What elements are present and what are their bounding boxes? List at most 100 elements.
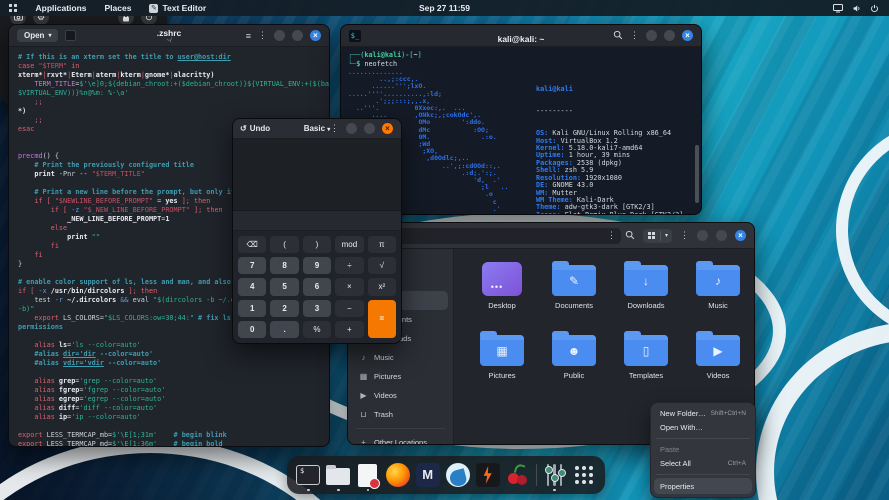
search-icon[interactable] — [625, 227, 635, 245]
key-subtract[interactable]: − — [335, 300, 363, 317]
sidebar-item-videos[interactable]: ▶Videos — [353, 386, 448, 405]
menu-kebab-icon[interactable]: ⋮ — [630, 30, 639, 41]
menu-kebab-icon[interactable]: ⋮ — [680, 230, 689, 241]
key-one[interactable]: 1 — [238, 300, 266, 317]
key-square[interactable]: x² — [368, 278, 396, 295]
key-modulo[interactable]: mod — [335, 236, 363, 253]
dock-item-burp-suite[interactable] — [476, 460, 500, 490]
key-nine[interactable]: 9 — [303, 257, 331, 274]
neofetch-info-row: Icons: Flat-Remix-Blue-Dark [GTK2/3] — [536, 212, 687, 215]
menu-item-select-all[interactable]: Select AllCtrl+A — [654, 457, 752, 472]
key-divide[interactable]: ÷ — [335, 257, 363, 274]
sidebar-item-other-locations[interactable]: +Other Locations — [353, 433, 448, 445]
menu-kebab-icon[interactable]: ⋮ — [330, 123, 339, 134]
running-indicator — [553, 489, 556, 492]
folder-documents[interactable]: ✎Documents — [538, 257, 610, 327]
key-backspace[interactable]: ⌫ — [238, 236, 266, 253]
dock-item-terminal[interactable]: $ — [296, 460, 320, 490]
minimize-button[interactable] — [346, 123, 357, 134]
power-icon[interactable] — [870, 4, 879, 13]
key-percent[interactable]: % — [303, 321, 331, 338]
open-button[interactable]: Open ▾ — [17, 29, 58, 42]
maximize-button[interactable] — [664, 30, 675, 41]
undo-button[interactable]: ↺ Undo — [240, 124, 270, 133]
code-line: TERM_TITLE=$'\e]0;${debian_chroot:+($deb… — [18, 80, 329, 89]
key-paren-open[interactable]: ( — [270, 236, 298, 253]
code-line: #alias vdir='vdir --color=auto' — [18, 359, 329, 368]
menu-places[interactable]: Places — [96, 0, 141, 16]
close-button[interactable]: × — [382, 123, 393, 134]
key-paren-close[interactable]: ) — [303, 236, 331, 253]
key-equals[interactable]: = — [368, 300, 396, 338]
key-two[interactable]: 2 — [270, 300, 298, 317]
folder-desktop[interactable]: •••Desktop — [466, 257, 538, 327]
dock-item-cherrytree[interactable] — [506, 460, 530, 490]
menu-item-open-with[interactable]: Open With… — [654, 421, 752, 436]
menu-kebab-icon[interactable]: ⋮ — [258, 30, 267, 41]
menu-item-properties[interactable]: Properties — [654, 478, 752, 494]
files-headerbar[interactable]: ⌂ Home ⋮ ▾ ⋮ × — [348, 223, 754, 249]
sidebar-item-pictures[interactable]: ▦Pictures — [353, 367, 448, 386]
dock-item-firefox[interactable] — [386, 460, 410, 490]
folder-label: Public — [564, 371, 584, 380]
key-seven[interactable]: 7 — [238, 257, 266, 274]
menu-applications[interactable]: Applications — [27, 0, 96, 16]
close-button[interactable]: × — [735, 230, 746, 241]
dock-item-text-editor[interactable] — [356, 460, 380, 490]
folder-downloads[interactable]: ↓Downloads — [610, 257, 682, 327]
dock-item-metasploit[interactable]: M — [416, 460, 440, 490]
desktop-icon: ••• — [482, 262, 522, 296]
key-square-root[interactable]: √ — [368, 257, 396, 274]
path-options-kebab-icon[interactable]: ⋮ — [607, 230, 616, 241]
maximize-button[interactable] — [292, 30, 303, 41]
key-zero[interactable]: 0 — [238, 321, 266, 338]
folder-label: Videos — [707, 371, 730, 380]
terminal-headerbar[interactable]: $_ kali@kali: ~ ⋮ × — [341, 25, 701, 47]
maximize-button[interactable] — [716, 230, 727, 241]
running-indicator — [307, 489, 310, 492]
sidebar-item-trash[interactable]: ⊔Trash — [353, 405, 448, 424]
key-three[interactable]: 3 — [303, 300, 331, 317]
terminal-scrollbar[interactable] — [695, 145, 699, 203]
view-switcher-button[interactable]: ▾ — [643, 229, 672, 243]
screen-share-icon[interactable] — [833, 4, 843, 13]
folder-videos[interactable]: ▶Videos — [682, 327, 754, 397]
dock-item-files[interactable] — [326, 460, 350, 490]
search-icon[interactable] — [613, 27, 623, 45]
minimize-button[interactable] — [697, 230, 708, 241]
maximize-button[interactable] — [364, 123, 375, 134]
key-add[interactable]: + — [335, 321, 363, 338]
minimize-button[interactable] — [646, 30, 657, 41]
panel-toggle-icon[interactable]: ≡ — [246, 31, 251, 41]
volume-icon[interactable] — [852, 4, 861, 13]
folder-pictures[interactable]: ▦Pictures — [466, 327, 538, 397]
terminal-content[interactable]: ┌──(kali@kali)-[~]└─$ neofetch .........… — [341, 47, 701, 69]
menu-item-label: Properties — [660, 482, 694, 491]
key-pi[interactable]: π — [368, 236, 396, 253]
folder-public[interactable]: ☻Public — [538, 327, 610, 397]
calculator-headerbar[interactable]: ↺ Undo Basic ▾ ⋮ × — [233, 119, 401, 139]
sidebar-item-label: Music — [374, 353, 394, 362]
close-button[interactable]: × — [310, 30, 321, 41]
dock-item-tweaks[interactable] — [543, 460, 567, 490]
folder-templates[interactable]: ▯Templates — [610, 327, 682, 397]
minimize-button[interactable] — [274, 30, 285, 41]
calculator-entry-row[interactable] — [233, 211, 401, 231]
dock-item-app-grid[interactable] — [572, 460, 596, 490]
activities-grid-icon[interactable] — [9, 4, 17, 12]
folder-music[interactable]: ♪Music — [682, 257, 754, 327]
sidebar-item-music[interactable]: ♪Music — [353, 348, 448, 367]
dock-item-wireshark[interactable] — [446, 460, 470, 490]
key-multiply[interactable]: × — [335, 278, 363, 295]
code-line: alias egrep='egrep --color=auto' — [18, 395, 329, 404]
key-decimal-point[interactable]: . — [270, 321, 298, 338]
key-six[interactable]: 6 — [303, 278, 331, 295]
files-icon — [326, 468, 350, 485]
text-editor-headerbar[interactable]: Open ▾ .zshrc ~/ ≡ ⋮ × — [9, 25, 329, 47]
menu-item-new-folder[interactable]: New Folder…Shift+Ctrl+N — [654, 406, 752, 421]
key-five[interactable]: 5 — [270, 278, 298, 295]
close-button[interactable]: × — [682, 30, 693, 41]
key-four[interactable]: 4 — [238, 278, 266, 295]
key-eight[interactable]: 8 — [270, 257, 298, 274]
focused-app-menu[interactable]: ✎ Text Editor — [140, 0, 215, 16]
